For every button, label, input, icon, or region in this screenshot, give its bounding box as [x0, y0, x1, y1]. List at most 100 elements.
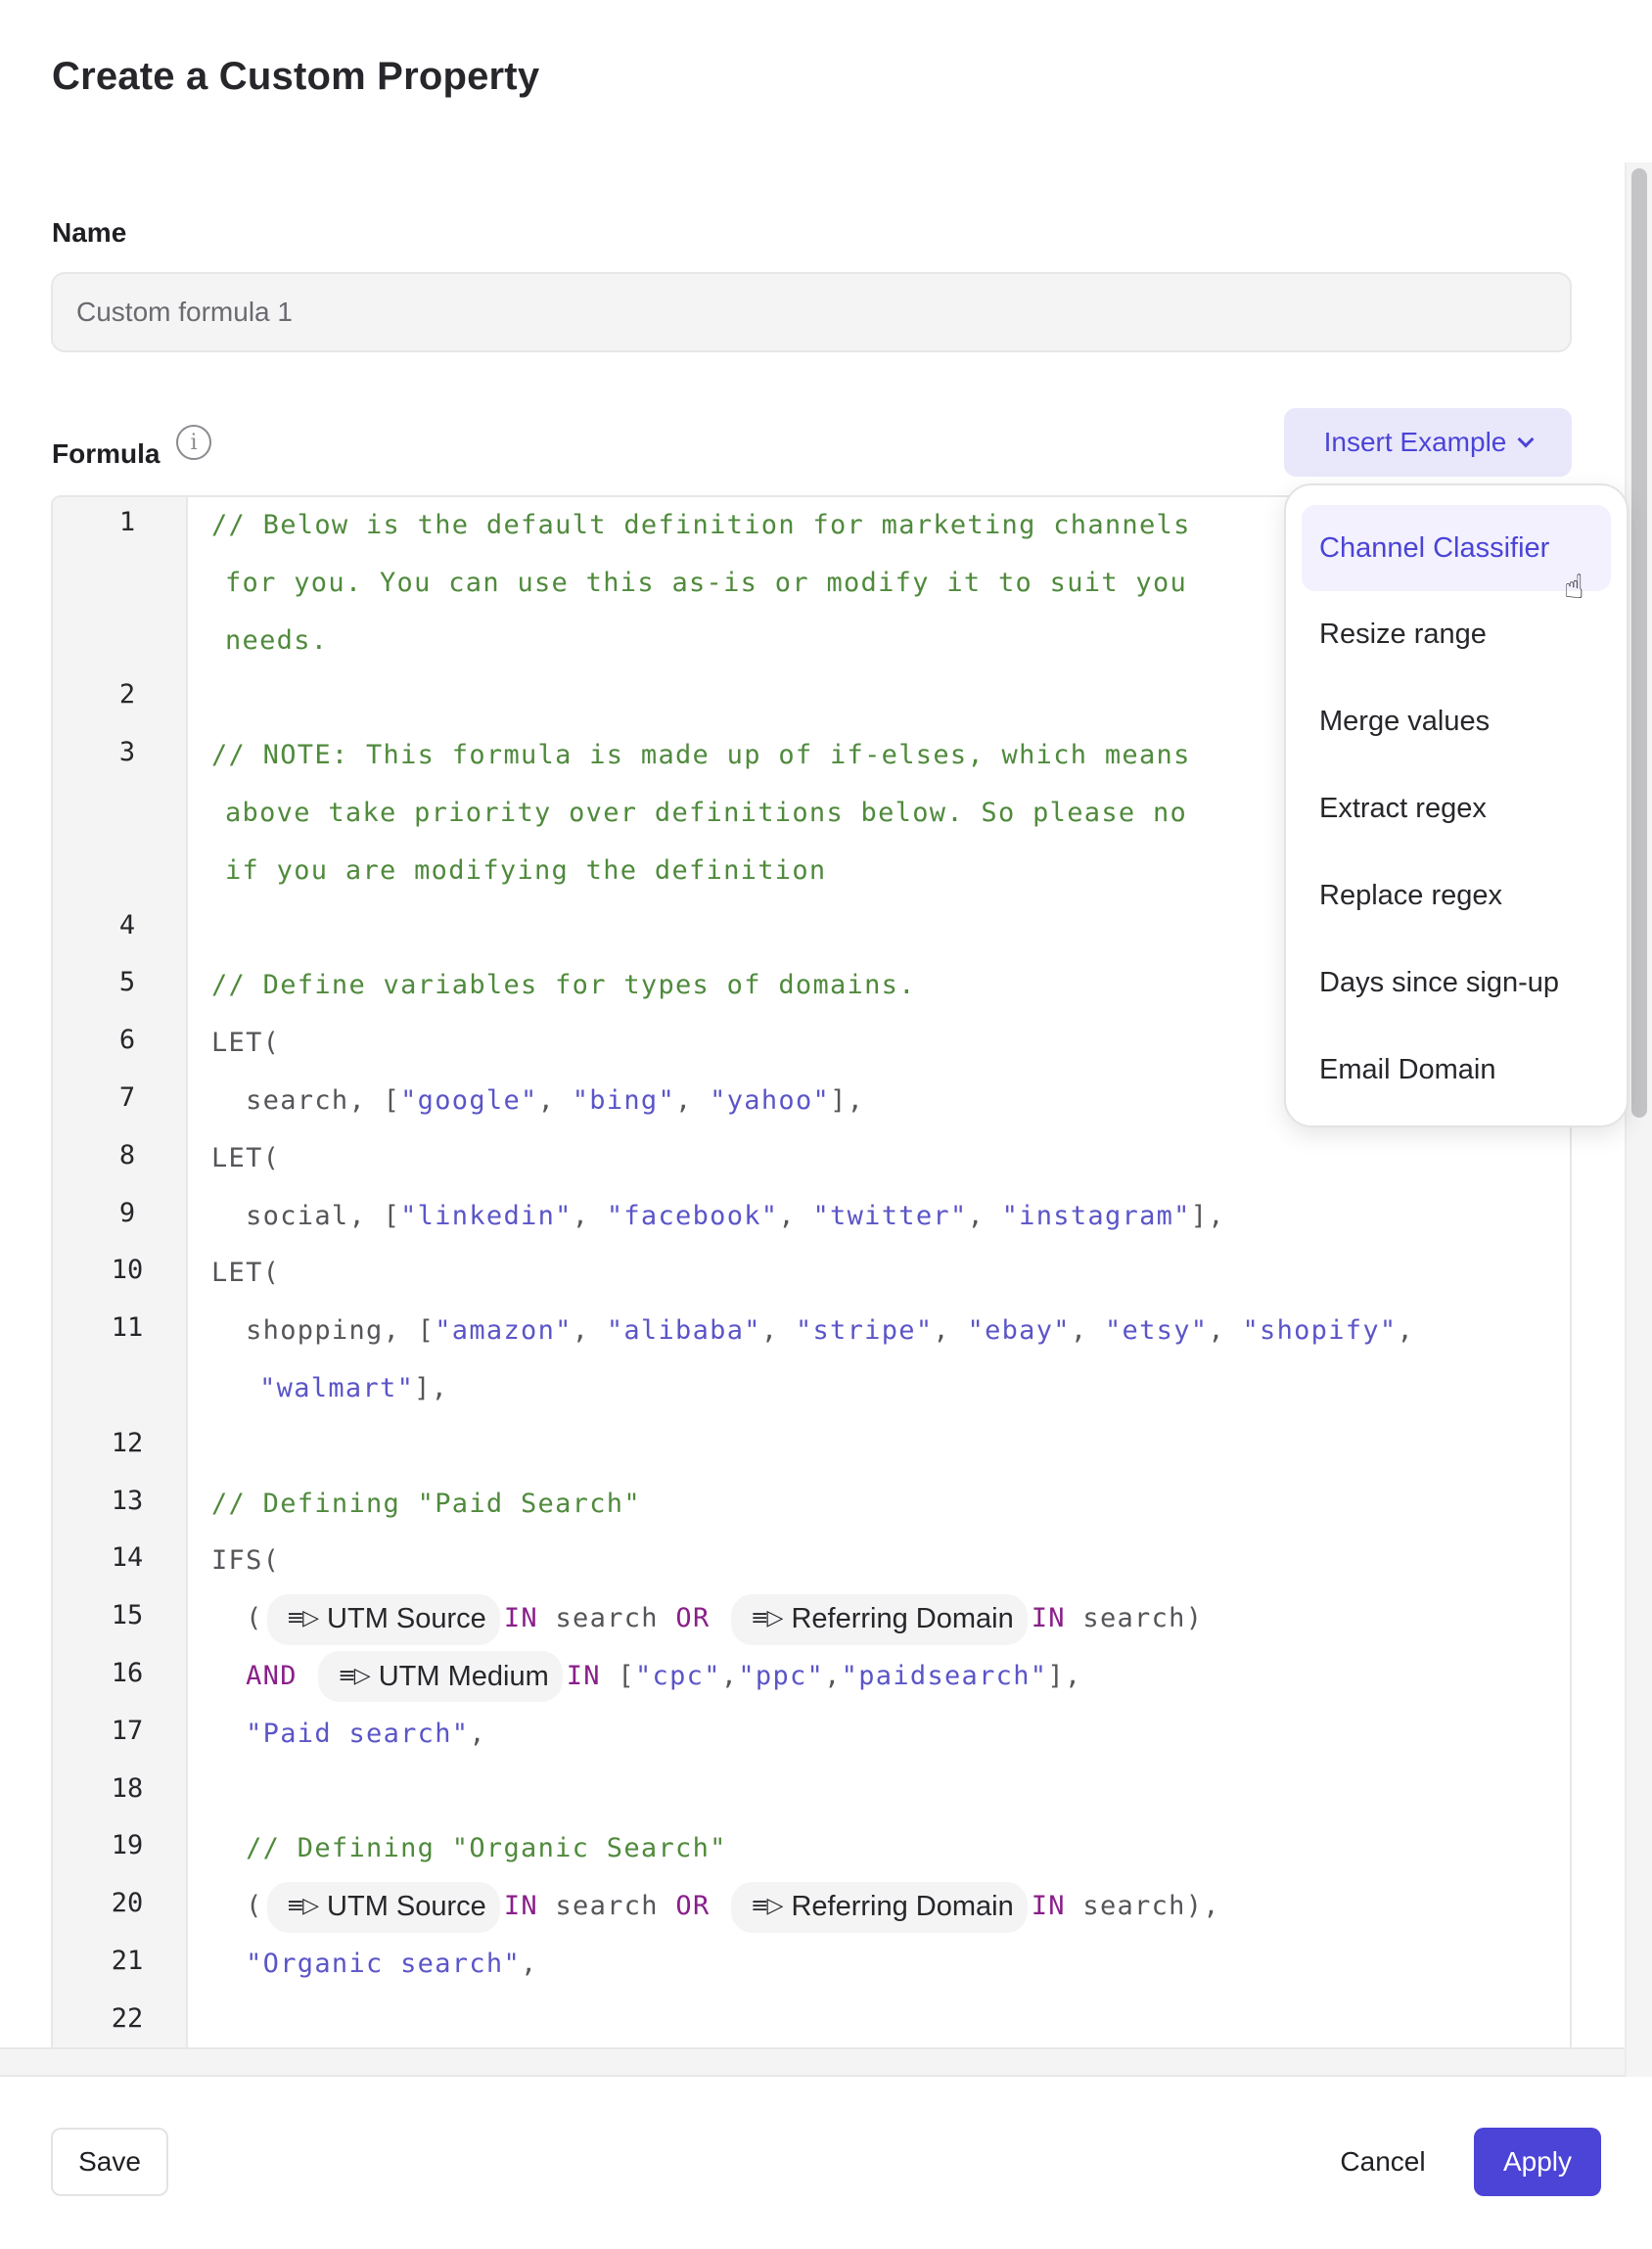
- property-chip[interactable]: ≡▷ Referring Domain: [731, 1881, 1028, 1933]
- line-number: 20: [111, 1888, 144, 1919]
- code-line[interactable]: 9 social, ["linkedin", "facebook", "twit…: [53, 1188, 1570, 1246]
- line-number: 6: [118, 1025, 136, 1056]
- code-line[interactable]: 14 IFS(: [53, 1533, 1570, 1590]
- code-token: ,: [521, 1948, 538, 1979]
- code-string: "Organic search": [246, 1948, 522, 1979]
- menu-item-merge-values[interactable]: Merge values: [1302, 678, 1611, 765]
- code-token: ],: [1190, 1200, 1225, 1231]
- code-line[interactable]: 17 "Paid search",: [53, 1706, 1570, 1764]
- code-string: "ebay": [967, 1315, 1071, 1347]
- line-number: 5: [118, 967, 136, 998]
- property-chip[interactable]: ≡▷ UTM Medium: [318, 1651, 563, 1703]
- code-token: ,: [778, 1200, 813, 1231]
- line-number: 9: [118, 1197, 136, 1228]
- code-keyword: IN: [503, 1891, 538, 1922]
- property-chip[interactable]: ≡▷ UTM Source: [266, 1593, 500, 1645]
- code-token: IFS(: [211, 1545, 281, 1577]
- code-token: ,: [760, 1315, 796, 1347]
- event-property-icon: ≡▷: [338, 1664, 370, 1689]
- code-line[interactable]: 22: [53, 1994, 1570, 2051]
- code-token: ,: [720, 1660, 739, 1691]
- menu-item-replace-regex[interactable]: Replace regex: [1302, 852, 1611, 940]
- create-custom-property-dialog: Create a Custom Property Name Custom for…: [0, 0, 1652, 2249]
- name-label: Name: [52, 217, 127, 248]
- apply-button[interactable]: Apply: [1474, 2128, 1601, 2196]
- menu-item-email-domain[interactable]: Email Domain: [1302, 1027, 1611, 1114]
- event-property-icon: ≡▷: [751, 1606, 783, 1631]
- code-line[interactable]: 21 "Organic search",: [53, 1936, 1570, 1994]
- code-line[interactable]: 11 shopping, ["amazon", "alibaba", "stri…: [53, 1303, 1570, 1360]
- code-token: LET(: [211, 1258, 281, 1289]
- code-line[interactable]: 15 (≡▷ UTM Source IN search OR ≡▷ Referring…: [53, 1590, 1570, 1648]
- code-text: "Organic search",: [188, 1936, 1570, 1994]
- code-comment: needs.: [225, 624, 329, 656]
- code-line[interactable]: 12: [53, 1418, 1570, 1476]
- code-line[interactable]: 8 LET(: [53, 1130, 1570, 1188]
- code-text: AND ≡▷ UTM Medium IN ["cpc","ppc","paidsea…: [188, 1648, 1570, 1706]
- info-circle-icon[interactable]: i: [176, 425, 211, 460]
- code-line[interactable]: 20 (≡▷ UTM Source IN search OR ≡▷ Referring…: [53, 1878, 1570, 1936]
- property-chip[interactable]: ≡▷ UTM Source: [266, 1881, 500, 1933]
- line-number: 8: [118, 1139, 136, 1170]
- line-number: 12: [111, 1427, 144, 1458]
- line-number: 19: [111, 1830, 144, 1861]
- code-text: shopping, ["amazon", "alibaba", "stripe"…: [188, 1303, 1570, 1360]
- code-string: "facebook": [606, 1200, 779, 1231]
- code-token: ],: [1047, 1660, 1082, 1691]
- cancel-button[interactable]: Cancel: [1321, 2128, 1445, 2196]
- code-token: (: [211, 1603, 263, 1634]
- code-line[interactable]: 10 LET(: [53, 1245, 1570, 1303]
- code-line[interactable]: 18: [53, 1764, 1570, 1821]
- name-input[interactable]: Custom formula 1: [51, 272, 1572, 352]
- code-line[interactable]: 19 // Defining "Organic Search": [53, 1820, 1570, 1878]
- save-button[interactable]: Save: [51, 2128, 168, 2196]
- insert-example-label: Insert Example: [1323, 427, 1507, 457]
- line-number: [53, 555, 188, 613]
- menu-item-days-since-sign-up[interactable]: Days since sign-up: [1302, 940, 1611, 1027]
- line-number: 22: [111, 2002, 144, 2034]
- code-string: "alibaba": [606, 1315, 761, 1347]
- code-text: // Defining "Organic Search": [188, 1820, 1570, 1878]
- code-line[interactable]: 13 // Defining "Paid Search": [53, 1476, 1570, 1534]
- code-token: search: [537, 1603, 676, 1634]
- line-number: 13: [111, 1485, 144, 1516]
- code-token: ,: [824, 1660, 842, 1691]
- code-line[interactable]: 16 AND ≡▷ UTM Medium IN ["cpc","ppc","paid…: [53, 1648, 1570, 1706]
- code-text: "Paid search",: [188, 1706, 1570, 1764]
- code-token: ,: [572, 1315, 607, 1347]
- line-number: 10: [111, 1255, 144, 1286]
- line-number: 17: [111, 1715, 144, 1746]
- property-chip-label: Referring Domain: [791, 1603, 1014, 1635]
- line-number: 3: [118, 737, 136, 768]
- code-string: "paidsearch": [841, 1660, 1048, 1691]
- dialog-title: Create a Custom Property: [52, 55, 540, 98]
- horizontal-scrollbar[interactable]: [0, 2047, 1625, 2077]
- insert-example-button[interactable]: Insert Example: [1284, 408, 1572, 477]
- line-number: 11: [111, 1312, 144, 1344]
- property-chip[interactable]: ≡▷ Referring Domain: [731, 1593, 1028, 1645]
- property-chip-label: Referring Domain: [791, 1891, 1014, 1923]
- code-text: IFS(: [188, 1533, 1570, 1590]
- vertical-scrollbar-thumb[interactable]: [1631, 168, 1647, 1118]
- code-text: social, ["linkedin", "facebook", "twitte…: [188, 1188, 1570, 1246]
- code-comment: // Define variables for types of domains…: [211, 970, 916, 1001]
- code-keyword: OR: [675, 1891, 711, 1922]
- menu-item-extract-regex[interactable]: Extract regex: [1302, 765, 1611, 852]
- code-comment: for you. You can use this as-is or modif…: [225, 567, 1188, 598]
- line-number: [53, 843, 188, 900]
- code-line[interactable]: "walmart"],: [53, 1360, 1570, 1418]
- code-token: ,: [572, 1200, 607, 1231]
- code-token: [: [600, 1660, 635, 1691]
- code-string: "cpc": [634, 1660, 721, 1691]
- code-comment: // Defining "Paid Search": [211, 1488, 641, 1519]
- code-keyword: IN: [1031, 1891, 1066, 1922]
- code-comment: // Defining "Organic Search": [246, 1833, 727, 1864]
- code-token: ,: [537, 1084, 573, 1116]
